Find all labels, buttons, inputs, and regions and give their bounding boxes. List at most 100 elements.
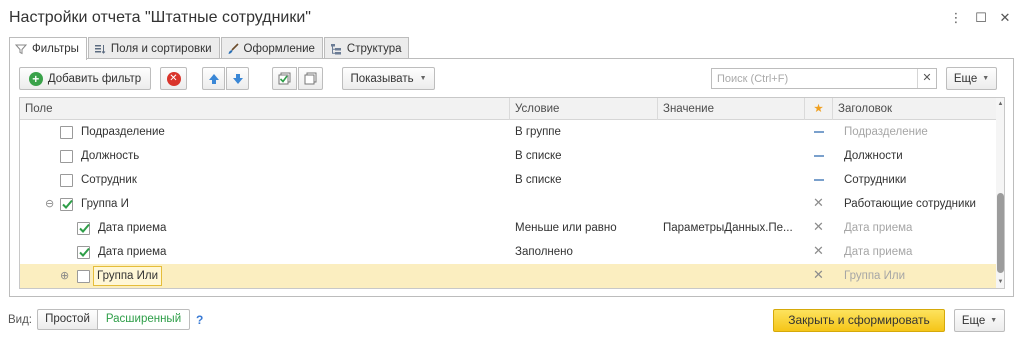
- row-checkbox[interactable]: [60, 126, 73, 139]
- row-condition: В списке: [515, 174, 562, 186]
- row-title: Подразделение: [844, 126, 928, 138]
- row-value: [663, 192, 803, 216]
- row-field: Группа И: [81, 198, 129, 210]
- scroll-down-icon[interactable]: ▼: [996, 278, 1004, 286]
- table-row[interactable]: Должность В списке Должности: [20, 144, 996, 168]
- column-header-star-icon[interactable]: ★: [805, 98, 833, 120]
- check-all-button[interactable]: [272, 67, 297, 90]
- row-title: Сотрудники: [844, 174, 907, 186]
- plus-icon: +: [28, 71, 43, 86]
- row-condition: [515, 264, 655, 288]
- row-checkbox[interactable]: [77, 246, 90, 259]
- arrow-down-icon: [232, 73, 243, 84]
- table-row[interactable]: Подразделение В группе Подразделение: [20, 120, 996, 144]
- search-box: ✕: [711, 68, 937, 89]
- scroll-up-icon[interactable]: ▲: [996, 100, 1004, 108]
- row-title: Должности: [844, 150, 903, 162]
- view-label: Вид:: [8, 314, 32, 326]
- collapse-group-icon[interactable]: ⊖: [45, 198, 55, 210]
- more-actions-icon[interactable]: ⋮: [947, 9, 965, 27]
- tab-filters[interactable]: Фильтры: [9, 37, 87, 60]
- uncheck-all-button[interactable]: [298, 67, 323, 90]
- structure-icon: [330, 43, 341, 54]
- use-mode-dash-icon[interactable]: [814, 155, 824, 157]
- tab-structure[interactable]: Структура: [323, 37, 410, 59]
- row-field: Сотрудник: [81, 174, 137, 186]
- row-field: Дата приема: [98, 222, 167, 234]
- show-dropdown-button[interactable]: Показывать ▼: [342, 67, 435, 90]
- row-title: Дата приема: [844, 246, 913, 258]
- tab-fields-sorting[interactable]: Поля и сортировки: [87, 37, 220, 59]
- view-simple-button[interactable]: Простой: [37, 309, 98, 330]
- row-field: Дата приема: [98, 246, 167, 258]
- use-mode-off-icon[interactable]: ✕: [813, 196, 825, 209]
- column-header-title[interactable]: Заголовок: [833, 98, 996, 120]
- window-title-bar: Настройки отчета "Штатные сотрудники" ⋮ …: [0, 0, 1024, 36]
- row-title: Работающие сотрудники: [844, 198, 976, 210]
- view-advanced-button[interactable]: Расширенный: [97, 309, 190, 330]
- row-field-editor[interactable]: Группа Или: [93, 266, 163, 286]
- row-title: Группа Или: [844, 270, 906, 282]
- more-button[interactable]: Еще ▼: [946, 67, 997, 90]
- row-checkbox[interactable]: [60, 198, 73, 211]
- filters-table: Поле Условие Значение ★ Заголовок Подраз…: [19, 97, 1005, 289]
- table-row-group-selected[interactable]: ⊕ Группа Или ✕ Группа Или: [20, 264, 996, 288]
- row-condition: Меньше или равно: [515, 222, 617, 234]
- expand-group-icon[interactable]: ⊕: [60, 270, 70, 282]
- row-title: Дата приема: [844, 222, 913, 234]
- help-icon[interactable]: ?: [196, 313, 203, 327]
- row-checkbox[interactable]: [60, 174, 73, 187]
- use-mode-dash-icon[interactable]: [814, 131, 824, 133]
- move-up-button[interactable]: [202, 67, 225, 90]
- tab-appearance[interactable]: Оформление: [220, 37, 323, 59]
- scrollbar-thumb[interactable]: [997, 193, 1004, 273]
- footer-bar: Вид: Простой Расширенный ? Закрыть и сфо…: [0, 309, 1024, 333]
- search-input[interactable]: [712, 69, 917, 88]
- column-header-value[interactable]: Значение: [658, 98, 805, 120]
- row-condition: В группе: [515, 126, 561, 138]
- use-mode-off-icon[interactable]: ✕: [813, 268, 825, 281]
- show-label: Показывать: [350, 72, 414, 85]
- checkmark-icon: [79, 247, 90, 257]
- delete-icon: ✕: [166, 71, 181, 86]
- chevron-down-icon: ▼: [419, 75, 427, 82]
- uncheck-all-icon: [304, 72, 317, 85]
- funnel-icon: [15, 44, 27, 55]
- add-filter-label: Добавить фильтр: [47, 72, 142, 85]
- columns-sort-icon: [94, 44, 106, 54]
- close-window-icon[interactable]: ✕: [996, 9, 1014, 27]
- table-row[interactable]: Сотрудник В списке Сотрудники: [20, 168, 996, 192]
- row-checkbox[interactable]: [60, 150, 73, 163]
- add-filter-button[interactable]: + Добавить фильтр: [19, 67, 151, 90]
- use-mode-off-icon[interactable]: ✕: [813, 244, 825, 257]
- move-down-button[interactable]: [226, 67, 249, 90]
- table-row-group[interactable]: ⊖ Группа И ✕ Работающие сотрудники: [20, 192, 996, 216]
- row-checkbox[interactable]: [77, 222, 90, 235]
- table-row[interactable]: Дата приема Меньше или равно ПараметрыДа…: [20, 216, 996, 240]
- use-mode-dash-icon[interactable]: [814, 179, 824, 181]
- check-all-icon: [278, 72, 291, 85]
- column-header-condition[interactable]: Условие: [510, 98, 658, 120]
- row-field: Должность: [81, 150, 140, 162]
- column-header-field[interactable]: Поле: [20, 98, 510, 120]
- table-row[interactable]: Дата приема Заполнено ✕ Дата приема: [20, 240, 996, 264]
- delete-filter-button[interactable]: ✕: [160, 67, 187, 90]
- settings-tabs: Фильтры Поля и сортировки Оформление Стр…: [9, 37, 410, 60]
- row-condition: [515, 192, 655, 216]
- row-value: [663, 120, 803, 144]
- arrow-up-icon: [208, 73, 219, 84]
- footer-more-button[interactable]: Еще ▼: [954, 309, 1005, 332]
- row-checkbox[interactable]: [77, 270, 90, 283]
- row-condition: В списке: [515, 150, 562, 162]
- footer-more-label: Еще: [961, 314, 986, 327]
- more-label: Еще: [953, 72, 978, 85]
- clear-search-icon[interactable]: ✕: [917, 69, 936, 88]
- vertical-scrollbar[interactable]: ▲ ▼: [996, 98, 1004, 288]
- tab-appearance-label: Оформление: [243, 42, 315, 55]
- chevron-down-icon: ▼: [982, 75, 990, 82]
- use-mode-off-icon[interactable]: ✕: [813, 220, 825, 233]
- row-value: ПараметрыДанных.Пе...: [663, 222, 793, 234]
- close-and-generate-button[interactable]: Закрыть и сформировать: [773, 309, 945, 332]
- restore-window-icon[interactable]: ☐: [972, 9, 990, 27]
- tab-structure-label: Структура: [346, 42, 402, 55]
